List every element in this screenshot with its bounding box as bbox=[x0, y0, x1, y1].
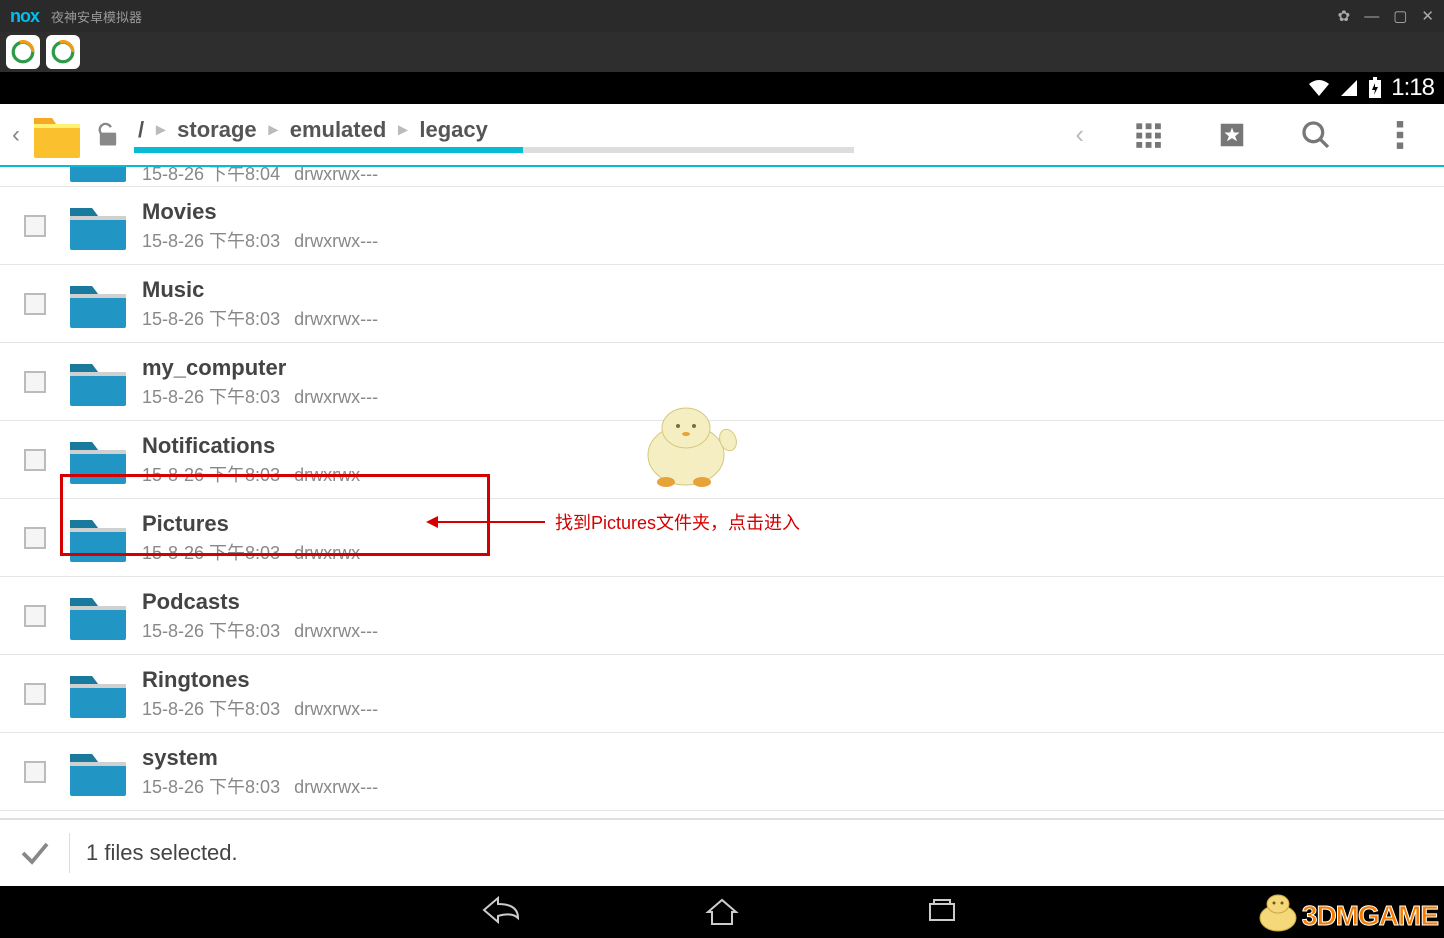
file-meta: 15-8-26 下午8:03drwxrwx--- bbox=[142, 305, 378, 331]
emulator-app-row bbox=[0, 32, 1444, 72]
view-grid-button[interactable] bbox=[1128, 115, 1168, 155]
list-item[interactable]: 15-8-26 下午8:04drwxrwx--- bbox=[0, 167, 1444, 187]
folder-icon bbox=[66, 432, 130, 488]
row-checkbox[interactable] bbox=[24, 449, 46, 471]
file-meta: 15-8-26 下午8:03drwxrwx--- bbox=[142, 617, 378, 643]
folder-icon bbox=[66, 198, 130, 254]
file-manager-toolbar: ‹ / ▸ storage ▸ emulated ▸ legacy ‹ bbox=[0, 104, 1444, 167]
file-name: Movies bbox=[142, 199, 378, 225]
file-name: Music bbox=[142, 277, 378, 303]
row-checkbox[interactable] bbox=[24, 527, 46, 549]
folder-icon bbox=[66, 666, 130, 722]
folder-icon bbox=[66, 588, 130, 644]
watermark-text: 3DMGAME bbox=[1302, 900, 1438, 932]
file-name: Podcasts bbox=[142, 589, 378, 615]
mascot-character bbox=[636, 400, 746, 495]
emulator-title: 夜神安卓模拟器 bbox=[51, 7, 142, 26]
app-shortcut-2[interactable] bbox=[46, 35, 80, 69]
row-checkbox[interactable] bbox=[24, 293, 46, 315]
back-chevron-icon[interactable]: ‹ bbox=[6, 105, 26, 165]
selection-count-text: 1 files selected. bbox=[86, 840, 238, 866]
breadcrumb: / ▸ storage ▸ emulated ▸ legacy bbox=[134, 117, 854, 147]
overflow-menu-button[interactable] bbox=[1380, 115, 1420, 155]
scroll-left-icon[interactable]: ‹ bbox=[1075, 119, 1084, 150]
chevron-right-icon: ▸ bbox=[392, 119, 413, 140]
nav-back-button[interactable] bbox=[482, 894, 522, 931]
list-item[interactable]: system15-8-26 下午8:03drwxrwx--- bbox=[0, 733, 1444, 811]
breadcrumb-legacy[interactable]: legacy bbox=[415, 117, 492, 143]
watermark: 3DMGAME bbox=[1256, 892, 1438, 932]
file-meta: 15-8-26 下午8:03drwxrwx--- bbox=[142, 383, 378, 409]
battery-icon bbox=[1367, 77, 1383, 99]
folder-icon bbox=[66, 510, 130, 566]
nav-recents-button[interactable] bbox=[922, 894, 962, 931]
annotation-arrow: 找到Pictures文件夹，点击进入 bbox=[430, 509, 800, 535]
row-checkbox[interactable] bbox=[24, 371, 46, 393]
file-meta: 15-8-26 下午8:04drwxrwx--- bbox=[142, 167, 378, 186]
app-shortcut-1[interactable] bbox=[6, 35, 40, 69]
file-name: Ringtones bbox=[142, 667, 378, 693]
list-item[interactable]: Ringtones15-8-26 下午8:03drwxrwx--- bbox=[0, 655, 1444, 733]
file-meta: 15-8-26 下午8:03drwxrwx--- bbox=[142, 539, 378, 565]
confirm-selection-button[interactable] bbox=[0, 833, 70, 873]
file-meta: 15-8-26 下午8:03drwxrwx--- bbox=[142, 773, 378, 799]
file-name: Pictures bbox=[142, 511, 378, 537]
row-checkbox[interactable] bbox=[24, 761, 46, 783]
row-checkbox[interactable] bbox=[24, 683, 46, 705]
minimize-button[interactable]: — bbox=[1364, 8, 1379, 25]
nav-home-button[interactable] bbox=[702, 894, 742, 931]
file-name: system bbox=[142, 745, 378, 771]
signal-icon bbox=[1339, 78, 1359, 98]
app-folder-icon[interactable] bbox=[30, 110, 84, 160]
folder-icon bbox=[66, 744, 130, 800]
maximize-button[interactable]: ▢ bbox=[1393, 7, 1407, 25]
breadcrumb-emulated[interactable]: emulated bbox=[286, 117, 391, 143]
selection-footer: 1 files selected. bbox=[0, 818, 1444, 886]
chevron-right-icon: ▸ bbox=[263, 119, 284, 140]
file-meta: 15-8-26 下午8:03drwxrwx--- bbox=[142, 461, 378, 487]
folder-icon bbox=[66, 354, 130, 410]
wifi-icon bbox=[1307, 77, 1331, 99]
search-button[interactable] bbox=[1296, 115, 1336, 155]
file-meta: 15-8-26 下午8:03drwxrwx--- bbox=[142, 695, 378, 721]
breadcrumb-storage[interactable]: storage bbox=[173, 117, 260, 143]
row-checkbox[interactable] bbox=[24, 605, 46, 627]
android-statusbar: 1:18 bbox=[0, 72, 1444, 104]
settings-icon[interactable]: ✿ bbox=[1338, 7, 1351, 25]
file-name: Notifications bbox=[142, 433, 378, 459]
android-navbar bbox=[0, 886, 1444, 938]
watermark-mascot-icon bbox=[1256, 892, 1300, 932]
file-name: my_computer bbox=[142, 355, 378, 381]
close-button[interactable]: ✕ bbox=[1421, 7, 1434, 25]
status-time: 1:18 bbox=[1391, 74, 1434, 102]
folder-icon bbox=[66, 276, 130, 332]
emulator-titlebar: nox 夜神安卓模拟器 ✿ — ▢ ✕ bbox=[0, 0, 1444, 32]
list-item[interactable]: Music15-8-26 下午8:03drwxrwx--- bbox=[0, 265, 1444, 343]
row-checkbox[interactable] bbox=[24, 215, 46, 237]
breadcrumb-scrollbar[interactable] bbox=[134, 147, 854, 153]
file-meta: 15-8-26 下午8:03drwxrwx--- bbox=[142, 227, 378, 253]
folder-icon bbox=[66, 167, 130, 186]
nox-logo: nox bbox=[10, 6, 39, 27]
bookmark-button[interactable] bbox=[1212, 115, 1252, 155]
list-item[interactable]: Movies15-8-26 下午8:03drwxrwx--- bbox=[0, 187, 1444, 265]
breadcrumb-root[interactable]: / bbox=[134, 117, 148, 143]
unlock-icon[interactable] bbox=[92, 119, 124, 151]
list-item[interactable]: Podcasts15-8-26 下午8:03drwxrwx--- bbox=[0, 577, 1444, 655]
annotation-text: 找到Pictures文件夹，点击进入 bbox=[555, 509, 800, 535]
chevron-right-icon: ▸ bbox=[150, 119, 171, 140]
